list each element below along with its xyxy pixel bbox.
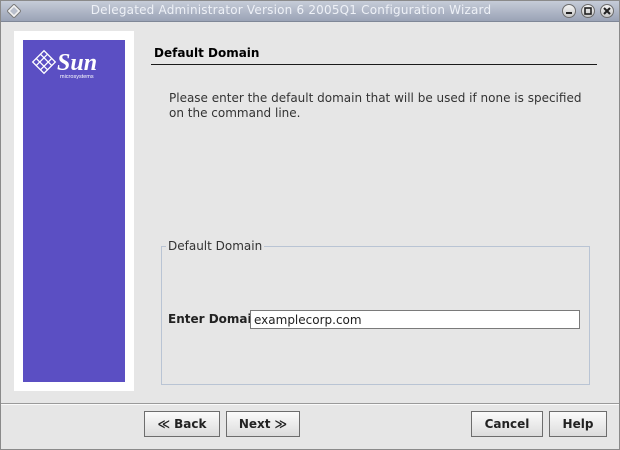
- wizard-window: Delegated Administrator Version 6 2005Q1…: [0, 0, 620, 450]
- close-button[interactable]: [600, 4, 614, 18]
- help-button[interactable]: Help: [549, 411, 607, 437]
- minimize-icon: [566, 12, 572, 14]
- next-button[interactable]: Next ≫: [226, 411, 300, 437]
- button-bar-divider-highlight: [1, 404, 619, 405]
- sidebar-frame: Sun microsystems: [14, 31, 134, 391]
- close-icon: [603, 7, 611, 15]
- chevron-left-icon: ≪: [157, 417, 171, 431]
- domain-input[interactable]: [250, 310, 580, 329]
- cancel-button[interactable]: Cancel: [471, 411, 543, 437]
- next-label: Next: [238, 417, 271, 431]
- sun-logo-subtext: microsystems: [60, 74, 94, 80]
- back-label: Back: [174, 417, 207, 431]
- sidebar-banner: Sun microsystems: [23, 40, 125, 382]
- maximize-icon: [584, 7, 592, 15]
- minimize-button[interactable]: [562, 4, 576, 18]
- window-title: Delegated Administrator Version 6 2005Q1…: [90, 3, 492, 17]
- title-divider: [151, 64, 597, 65]
- sun-logo-text: Sun: [57, 50, 97, 76]
- instructions-text: Please enter the default domain that wil…: [169, 91, 582, 120]
- chevron-right-icon: ≫: [274, 417, 288, 431]
- enter-domain-label: Enter Domain: [168, 312, 261, 326]
- cancel-label: Cancel: [484, 417, 530, 431]
- title-bar[interactable]: Delegated Administrator Version 6 2005Q1…: [1, 1, 619, 22]
- page-title: Default Domain: [154, 46, 260, 60]
- sun-logo: Sun microsystems: [31, 49, 97, 80]
- help-label: Help: [562, 417, 594, 431]
- back-button[interactable]: ≪ Back: [144, 411, 220, 437]
- maximize-button[interactable]: [581, 4, 595, 18]
- group-label: Default Domain: [166, 239, 265, 253]
